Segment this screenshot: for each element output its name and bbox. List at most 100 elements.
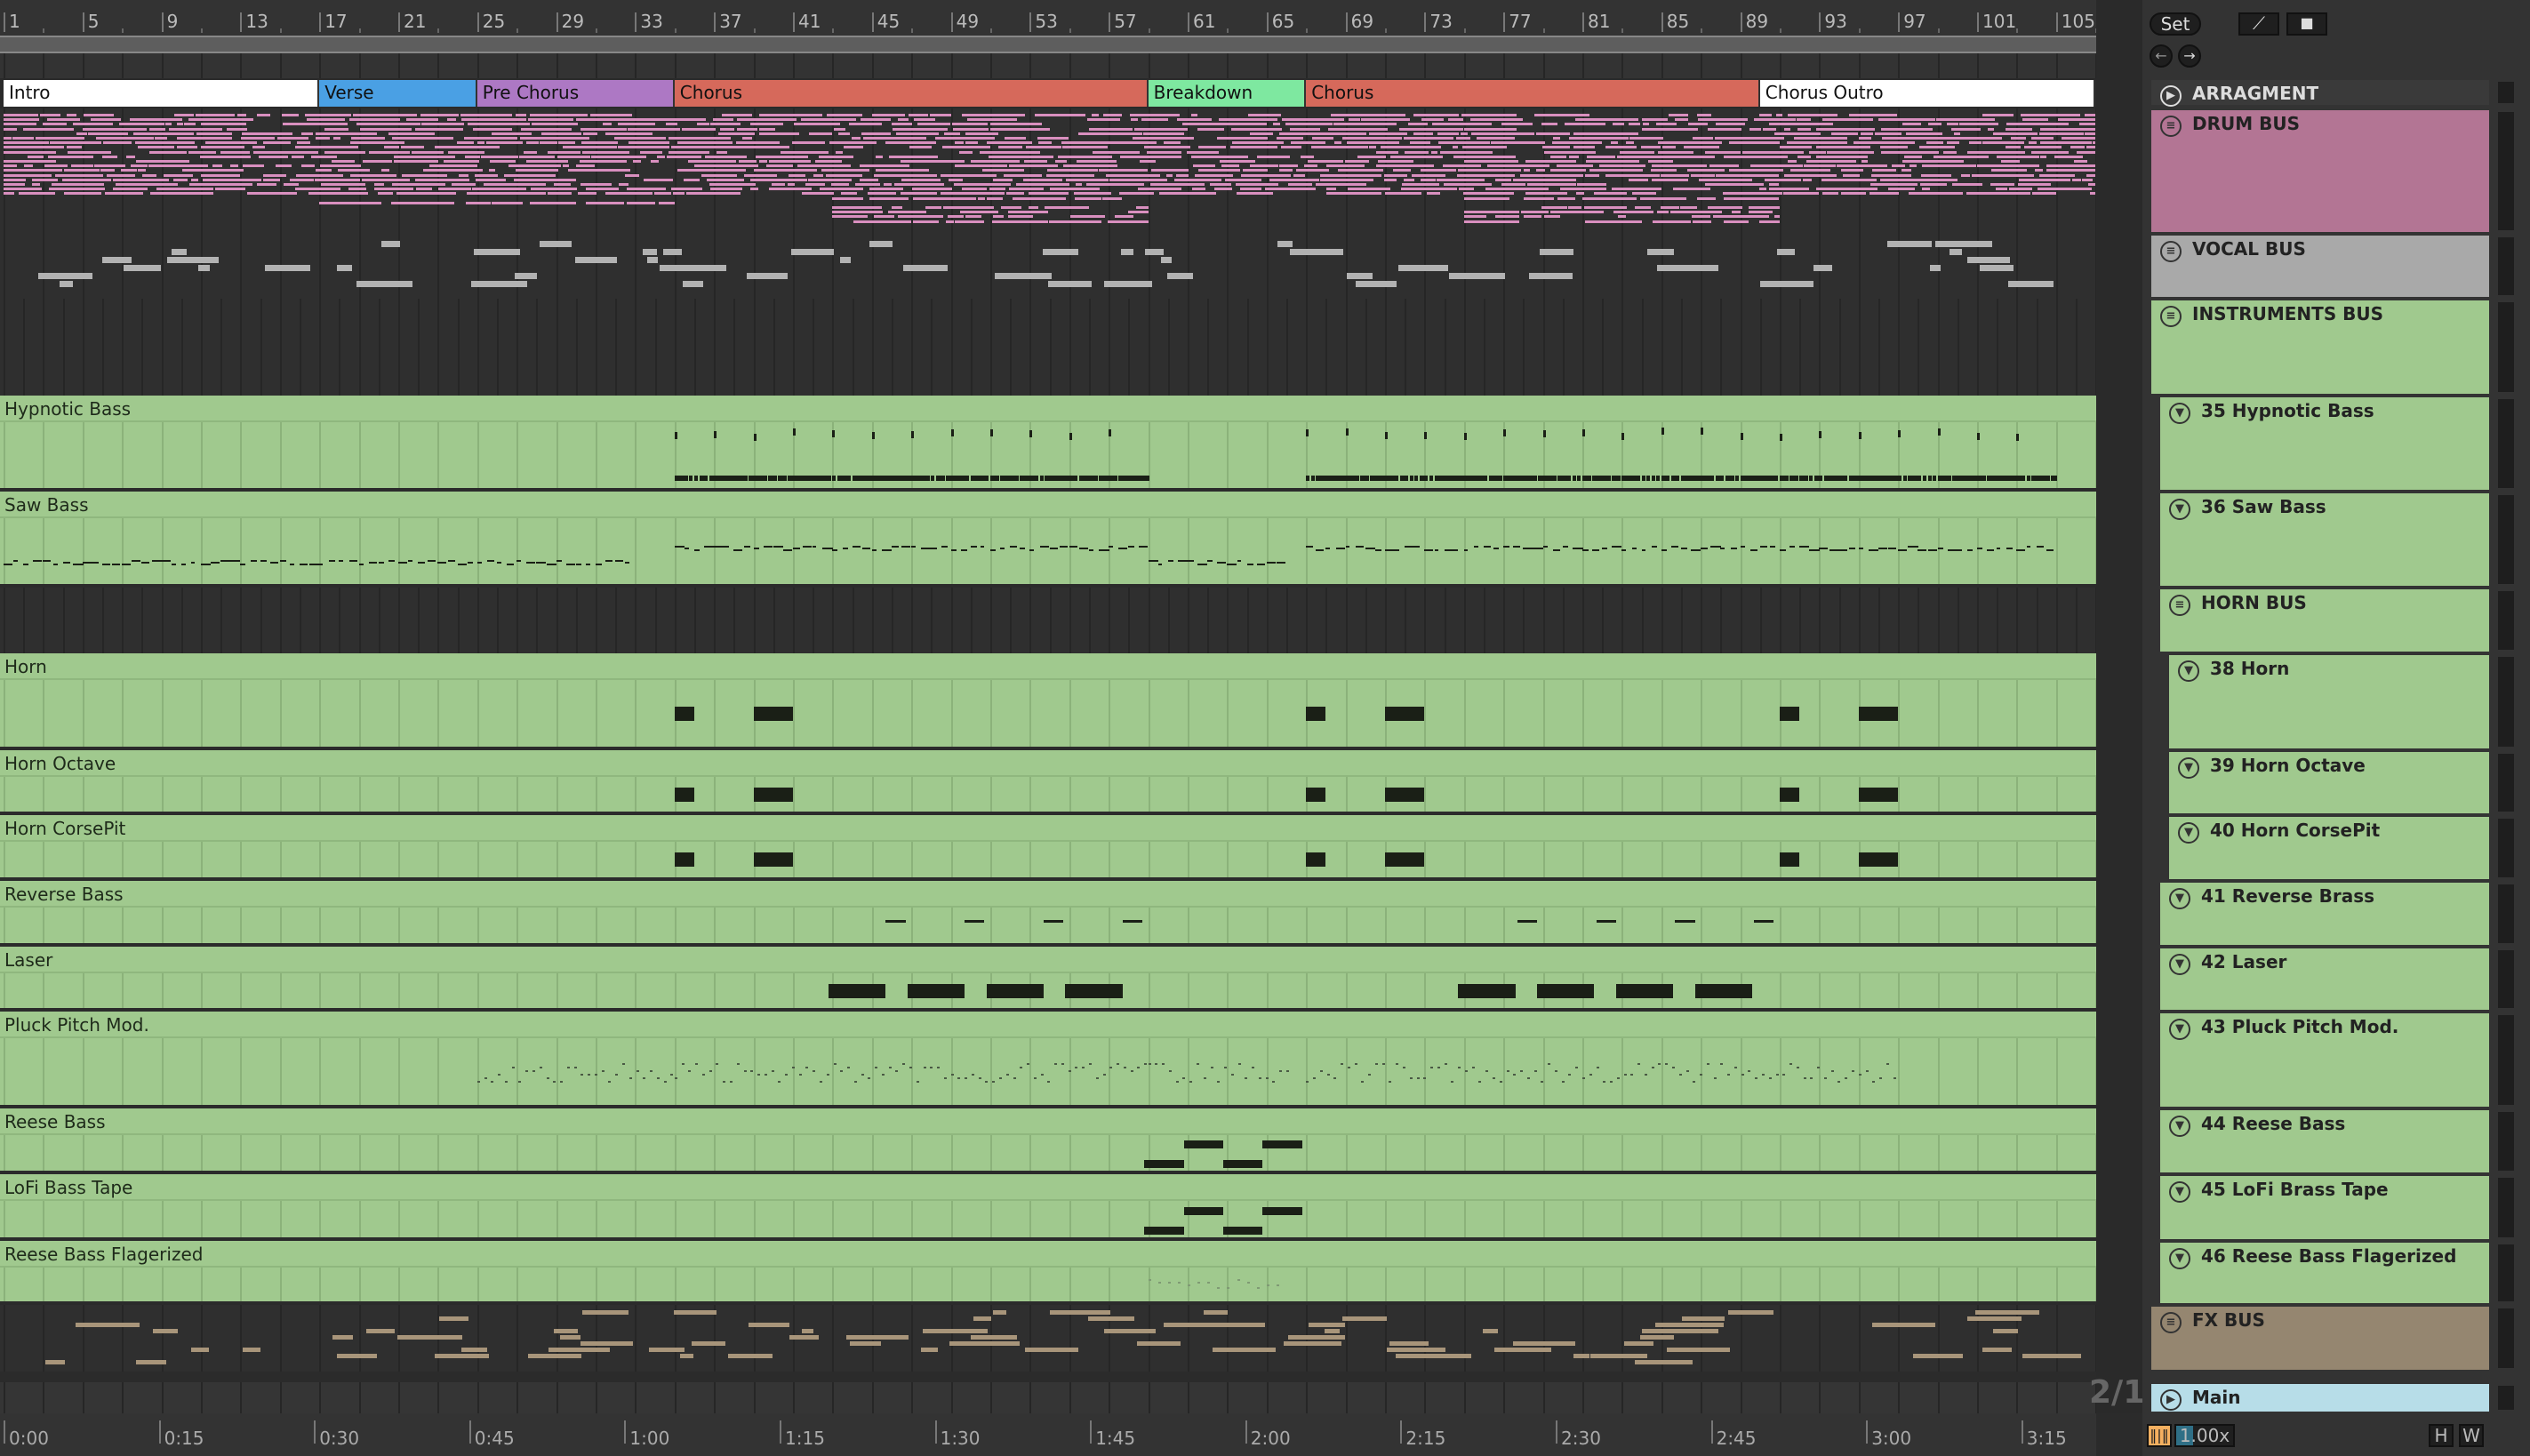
track-header-40-horn-corsepit[interactable]: ▼ 40 Horn CorsePit xyxy=(2169,817,2489,879)
clip-reese-bass-flagerized[interactable]: Reese Bass Flagerized xyxy=(0,1241,2096,1305)
locator-verse[interactable]: Verse xyxy=(319,80,477,107)
clip-hypnotic-bass[interactable]: Hypnotic Bass xyxy=(0,396,2096,492)
bar-ruler[interactable]: 1 5 9 13 17 21 25 29 33 37 41 45 49 53 57 61 65 69 73 77 81 8… xyxy=(0,0,2098,39)
clip-saw-bass[interactable]: Saw Bass xyxy=(0,492,2096,588)
clip-pluck-pitch-mod-[interactable]: Pluck Pitch Mod. xyxy=(0,1012,2096,1108)
grid-line xyxy=(1898,842,1901,877)
back-arrow-icon[interactable]: ← xyxy=(2150,44,2173,68)
fold-chevron-icon[interactable]: ▼ xyxy=(2169,1019,2190,1040)
fold-chevron-icon[interactable]: ▼ xyxy=(2169,954,2190,975)
h-button[interactable]: H xyxy=(2429,1424,2454,1447)
grid-line xyxy=(1937,842,1940,877)
midi-note xyxy=(992,1080,996,1083)
locator-intro[interactable]: Intro xyxy=(4,80,320,107)
track-header-46-reese-bass-flagerized[interactable]: ▼ 46 Reese Bass Flagerized xyxy=(2160,1243,2489,1303)
track-header-38-horn[interactable]: ▼ 38 Horn xyxy=(2169,655,2489,748)
fold-chevron-icon[interactable]: ▼ xyxy=(2169,1116,2190,1137)
zoom-field[interactable]: 1.00x xyxy=(2174,1424,2235,1447)
locator-chorus[interactable]: Chorus xyxy=(674,80,1149,107)
grid-line xyxy=(476,53,479,78)
grid-line xyxy=(319,777,322,812)
locator-chorus[interactable]: Chorus xyxy=(1306,80,1760,107)
midi-note xyxy=(566,1066,570,1068)
play-icon[interactable]: ▶ xyxy=(2160,85,2182,107)
clip-horn[interactable]: Horn xyxy=(0,653,2096,750)
scrub-area[interactable] xyxy=(0,53,2098,78)
fold-chevron-icon[interactable]: ▼ xyxy=(2178,660,2199,682)
track-header-44-reese-bass[interactable]: ▼ 44 Reese Bass xyxy=(2160,1110,2489,1172)
track-header-fx-bus[interactable]: ≡ FX BUS xyxy=(2151,1307,2489,1370)
grid-line xyxy=(1345,1382,1348,1413)
midi-note xyxy=(941,476,945,481)
grid-line xyxy=(279,1268,282,1301)
midi-note xyxy=(1075,183,1082,186)
track-header-35-hypnotic-bass[interactable]: ▼ 35 Hypnotic Bass xyxy=(2160,397,2489,490)
horn-bus-lane xyxy=(0,588,2096,653)
track-header-41-reverse-brass[interactable]: ▼ 41 Reverse Brass xyxy=(2160,883,2489,945)
track-header-instruments-bus[interactable]: ≡ INSTRUMENTS BUS xyxy=(2151,300,2489,394)
track-header-45-lofi-brass-tape[interactable]: ▼ 45 LoFi Brass Tape xyxy=(2160,1176,2489,1239)
midi-note xyxy=(617,123,655,126)
waveform-icon[interactable]: ‖|‖ xyxy=(2147,1424,2172,1447)
track-header-arragment[interactable]: ▶ ARRAGMENT xyxy=(2151,80,2489,107)
track-header-43-pluck-pitch-mod-[interactable]: ▼ 43 Pluck Pitch Mod. xyxy=(2160,1013,2489,1107)
group-icon[interactable]: ≡ xyxy=(2160,116,2182,137)
clip-name: Saw Bass xyxy=(0,492,2096,518)
fold-chevron-icon[interactable]: ▼ xyxy=(2169,1181,2190,1203)
midi-note xyxy=(447,150,485,154)
group-icon[interactable]: ≡ xyxy=(2169,595,2190,616)
track-header-vocal-bus[interactable]: ≡ VOCAL BUS xyxy=(2151,236,2489,297)
grid-line xyxy=(832,234,835,299)
grid-line xyxy=(1819,1305,1821,1372)
loop-brace[interactable] xyxy=(0,36,2096,53)
grid-line xyxy=(1819,53,1821,78)
group-icon[interactable]: ≡ xyxy=(2160,306,2182,327)
clip-lofi-bass-tape[interactable]: LoFi Bass Tape xyxy=(0,1174,2096,1241)
link-icon[interactable]: ⟋ xyxy=(2238,12,2279,36)
group-icon[interactable]: ≡ xyxy=(2160,241,2182,262)
track-header-horn-bus[interactable]: ≡ HORN BUS xyxy=(2160,589,2489,652)
midi-note xyxy=(1803,1076,1806,1079)
midi-note xyxy=(1245,1076,1248,1079)
time-ruler[interactable]: 0:00 0:15 0:30 0:45 1:00 1:15 1:30 1:45 2:00 2:15… xyxy=(0,1413,2096,1456)
lock-icon[interactable]: ■ xyxy=(2286,12,2327,36)
fold-chevron-icon[interactable]: ▼ xyxy=(2178,822,2199,844)
midi-note xyxy=(1674,118,1688,122)
midi-note xyxy=(743,1069,747,1072)
track-header-36-saw-bass[interactable]: ▼ 36 Saw Bass xyxy=(2160,493,2489,586)
track-header-42-laser[interactable]: ▼ 42 Laser xyxy=(2160,948,2489,1010)
clip-laser[interactable]: Laser xyxy=(0,947,2096,1012)
forward-arrow-icon[interactable]: → xyxy=(2178,44,2201,68)
midi-note xyxy=(1168,1069,1172,1072)
midi-note xyxy=(590,114,633,116)
play-icon[interactable]: ▶ xyxy=(2160,1389,2182,1411)
clip-reverse-bass[interactable]: Reverse Bass xyxy=(0,881,2096,947)
grid-line xyxy=(892,588,893,653)
fold-chevron-icon[interactable]: ▼ xyxy=(2169,499,2190,520)
locator-breakdown[interactable]: Breakdown xyxy=(1148,80,1307,107)
clip-reese-bass[interactable]: Reese Bass xyxy=(0,1108,2096,1174)
track-header-39-horn-octave[interactable]: ▼ 39 Horn Octave xyxy=(2169,752,2489,813)
midi-note xyxy=(1222,1160,1263,1168)
fold-chevron-icon[interactable]: ▼ xyxy=(2169,888,2190,909)
fold-chevron-icon[interactable]: ▼ xyxy=(2178,757,2199,779)
locator-chorus-outro[interactable]: Chorus Outro xyxy=(1759,80,2096,107)
clip-horn-corsepit[interactable]: Horn CorsePit xyxy=(0,815,2096,881)
track-header-drum-bus[interactable]: ≡ DRUM BUS xyxy=(2151,110,2489,232)
fold-chevron-icon[interactable]: ▼ xyxy=(2169,403,2190,424)
track-header-main[interactable]: ▶ Main xyxy=(2151,1384,2489,1412)
level-meter xyxy=(2496,1307,2516,1370)
audio-region xyxy=(167,257,219,263)
clip-horn-octave[interactable]: Horn Octave xyxy=(0,750,2096,815)
locator-pre-chorus[interactable]: Pre Chorus xyxy=(476,80,675,107)
w-button[interactable]: W xyxy=(2459,1424,2484,1447)
group-icon[interactable]: ≡ xyxy=(2160,1312,2182,1333)
midi-note xyxy=(319,164,362,168)
midi-note xyxy=(263,141,292,145)
grid-line xyxy=(1089,299,1091,396)
grid-line xyxy=(4,1135,5,1171)
midi-note xyxy=(1404,150,1429,154)
midi-note xyxy=(1628,178,1648,181)
set-button[interactable]: Set xyxy=(2150,12,2201,36)
fold-chevron-icon[interactable]: ▼ xyxy=(2169,1248,2190,1269)
